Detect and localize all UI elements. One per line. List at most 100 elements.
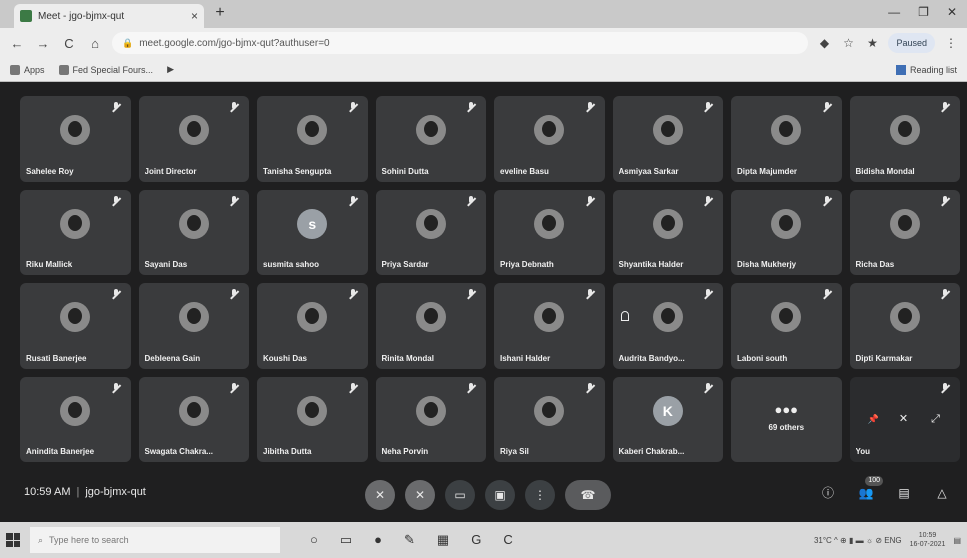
participant-name: Sahelee Roy <box>26 166 74 176</box>
participant-tile[interactable]: Neha Porvin <box>375 376 486 462</box>
address-bar[interactable]: 🔒 meet.google.com/jgo-bjmx-qut?authuser=… <box>112 32 809 54</box>
participant-tile[interactable]: Tanisha Sengupta <box>257 96 368 182</box>
participant-tile[interactable]: Riku Mallick <box>20 189 131 275</box>
mic-toggle-button[interactable]: ✕ <box>365 480 395 510</box>
extension-icon[interactable]: ◆ <box>816 36 832 50</box>
participant-tile[interactable]: Sayani Das <box>138 189 249 275</box>
participant-tile[interactable]: Jibitha Dutta <box>257 376 368 462</box>
call-controls: ✕ ✕ ▭ ▣ ⋮ ☎ <box>365 480 611 510</box>
participant-tile[interactable]: Asmiyaa Sarkar <box>612 96 723 182</box>
bookmark-label: Fed Special Fours... <box>72 64 154 75</box>
participant-avatar <box>178 115 209 146</box>
tab-close-icon[interactable]: × <box>191 9 198 23</box>
store-icon[interactable]: ▦ <box>437 532 449 548</box>
participant-tile[interactable]: Richa Das <box>849 189 960 275</box>
meeting-info-button[interactable]: ⓘ <box>819 484 837 502</box>
participant-tile[interactable]: K Kaberi Chakrab... <box>612 376 723 462</box>
pen-icon[interactable]: ✎ <box>404 532 415 548</box>
participant-tile[interactable]: Joint Director <box>138 96 249 182</box>
participant-name: Shyantika Halder <box>618 260 684 269</box>
bookmark-apps[interactable]: Apps <box>10 64 45 75</box>
pin-button[interactable]: 📌 <box>868 413 880 425</box>
mic-off-icon <box>229 289 239 301</box>
info-icon: ⓘ <box>821 486 834 500</box>
captions-button[interactable]: ▭ <box>445 480 475 510</box>
participant-tile[interactable]: Anindita Banerjee <box>20 376 131 462</box>
participant-tile[interactable]: Disha Mukherjy <box>731 189 842 275</box>
close-window-button[interactable]: ✕ <box>947 5 957 19</box>
tray-icons[interactable]: 31°C ^ ⊕ ▮ ▬ ☼ ⊘ ENG <box>814 536 902 545</box>
reading-list-label: Reading list <box>909 64 957 75</box>
extensions-puzzle-icon[interactable]: ★ <box>864 36 880 50</box>
participant-tile[interactable]: Rusati Banerjee <box>20 283 131 369</box>
taskbar-clock[interactable]: 10:59 16-07-2021 <box>910 531 946 549</box>
present-button[interactable]: ▣ <box>485 480 515 510</box>
notifications-icon[interactable]: ▤ <box>953 536 961 545</box>
task-view-icon[interactable]: ▭ <box>340 532 352 548</box>
participant-avatar <box>60 395 91 426</box>
participant-avatar <box>771 115 802 146</box>
participant-tile[interactable]: Priya Debnath <box>494 189 605 275</box>
participant-tile[interactable]: Sahelee Roy <box>20 96 131 182</box>
bookmark-star-icon[interactable]: ☆ <box>840 36 856 50</box>
participant-name: Anindita Banerjee <box>26 447 95 456</box>
participant-tile[interactable]: Riya Sil <box>494 376 605 462</box>
participant-name: Richa Das <box>855 260 895 269</box>
cortana-icon[interactable]: ○ <box>310 532 318 548</box>
participant-tile[interactable]: Sohini Dutta <box>375 96 486 182</box>
browser-menu-icon[interactable]: ⋮ <box>943 36 959 50</box>
reading-list-button[interactable]: Reading list <box>895 64 957 75</box>
mic-off-icon <box>466 195 476 208</box>
more-options-button[interactable]: ⋮ <box>525 480 555 510</box>
participant-tile[interactable]: Bidisha Mondal <box>849 96 960 182</box>
participant-tile[interactable]: Dipti Karmakar <box>849 283 960 369</box>
participant-grid: Sahelee Roy Joint Director Tanisha Sengupt… <box>20 96 960 462</box>
bookmark-youtube[interactable]: ▶ <box>167 64 174 75</box>
new-tab-button[interactable]: + <box>210 4 230 22</box>
app-c-icon[interactable]: C <box>503 532 512 548</box>
others-tile[interactable]: ●●● 69 others <box>731 376 842 462</box>
participant-name: Debleena Gain <box>144 353 201 363</box>
participant-tile[interactable]: Koushi Das <box>257 283 368 369</box>
minimize-button[interactable]: — <box>888 5 900 19</box>
browser-tab-meet[interactable]: Meet - jgo-bjmx-qut × <box>14 4 204 28</box>
participant-tile[interactable]: Ishani Halder <box>494 283 605 369</box>
bookmark-fed[interactable]: Fed Special Fours... <box>58 64 154 75</box>
participant-tile[interactable]: Dipta Majumder <box>731 96 842 182</box>
camera-toggle-button[interactable]: ✕ <box>405 480 435 510</box>
home-button[interactable]: ⌂ <box>86 36 104 51</box>
reload-button[interactable]: C <box>60 36 78 51</box>
end-call-button[interactable]: ☎ <box>565 480 611 510</box>
google-icon[interactable]: G <box>471 532 481 548</box>
participant-avatar <box>652 208 683 239</box>
participant-tile[interactable]: Shyantika Halder <box>612 189 723 275</box>
window-controls: — ❐ ✕ <box>888 5 957 19</box>
activities-button[interactable]: △ <box>933 484 951 502</box>
participant-tile[interactable]: eveline Basu <box>494 96 605 182</box>
participant-tile[interactable]: Audrita Bandyo... <box>612 283 723 369</box>
participant-avatar <box>534 115 565 146</box>
people-button[interactable]: 👥 100 <box>857 476 883 502</box>
expand-button[interactable]: ⤢ <box>930 413 942 425</box>
chat-icon: ▤ <box>898 486 910 500</box>
participant-tile[interactable]: Priya Sardar <box>375 189 486 275</box>
participant-tile[interactable]: Swagata Chakra... <box>138 376 249 462</box>
maximize-button[interactable]: ❐ <box>918 5 929 19</box>
participant-name: Bidisha Mondal <box>855 166 915 176</box>
chat-button[interactable]: ▤ <box>895 484 913 502</box>
participant-tile[interactable]: Rinita Mondal <box>375 283 486 369</box>
back-button[interactable]: ← <box>8 36 26 51</box>
participant-tile[interactable]: Debleena Gain <box>138 283 249 369</box>
mic-off-icon <box>229 382 239 395</box>
taskbar-search[interactable]: ⌕ Type here to search <box>30 527 280 553</box>
profile-button[interactable]: Paused <box>888 33 935 53</box>
participant-name: Priya Sardar <box>381 260 429 269</box>
mic-off-icon <box>703 102 713 114</box>
participant-tile[interactable]: Laboni south <box>731 283 842 369</box>
participant-name: Dipta Majumder <box>737 166 798 176</box>
mute-self-button[interactable]: ✕ <box>898 413 910 425</box>
participant-tile[interactable]: s susmita sahoo <box>257 189 368 275</box>
forward-button[interactable]: → <box>34 36 52 51</box>
windows-start-icon[interactable] <box>6 533 20 547</box>
chrome-icon[interactable]: ● <box>374 532 382 548</box>
